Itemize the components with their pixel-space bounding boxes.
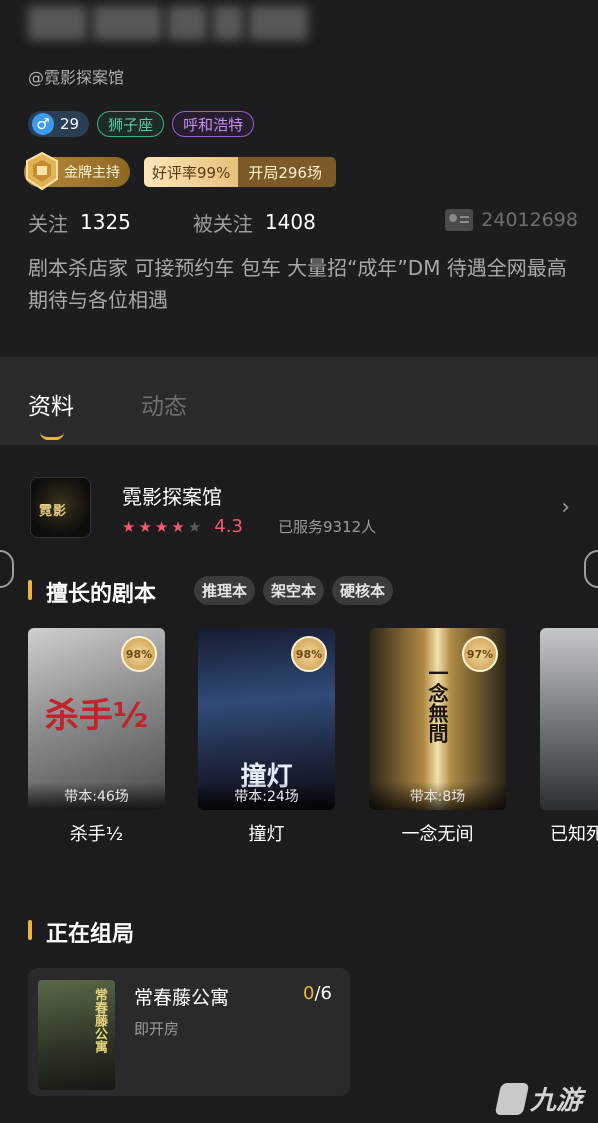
star-icon: ★: [154, 517, 169, 536]
genre-chip[interactable]: 硬核本: [332, 576, 394, 605]
script-name: 一念无间: [401, 824, 474, 845]
followers-stat[interactable]: 被关注 1408: [193, 208, 316, 237]
match-badge: 98%: [121, 636, 157, 672]
group-player-count: 0/6: [303, 983, 332, 1004]
store-logo-text: 霓影: [39, 504, 68, 519]
group-current: 0: [303, 983, 315, 1004]
gold-host-badge[interactable]: 金牌主持: [24, 151, 130, 191]
star-icon: ★: [138, 517, 152, 536]
rating-value: 4.3: [214, 516, 243, 537]
grouping-title: 正在组局: [46, 922, 135, 947]
script-name: 撞灯: [248, 824, 285, 845]
section-marker: [28, 920, 32, 940]
genre-chip[interactable]: 推理本: [194, 576, 256, 605]
profile-tags: ♂ 29 狮子座 呼和浩特: [28, 111, 255, 137]
tab-activity[interactable]: 动态: [141, 387, 187, 421]
poster-title: 一念無間: [425, 663, 449, 743]
group-status: 即开房: [134, 1020, 180, 1038]
script-poster: [540, 628, 598, 810]
age-value: 29: [60, 115, 80, 133]
followers-label: 被关注: [192, 211, 253, 236]
following-label: 关注: [28, 211, 68, 236]
followers-count: 1408: [264, 210, 316, 234]
id-card-icon: [445, 209, 474, 231]
store-card[interactable]: 霓影 霓影探案馆 ★ ★ ★ ★ ★ 4.3 已服务9312人 ›: [0, 445, 598, 555]
genre-chip[interactable]: 架空本: [263, 576, 325, 605]
profile-handle: @霓影探案馆: [28, 68, 125, 87]
store-name: 霓影探案馆: [122, 485, 222, 509]
user-id-value: 24012698: [481, 209, 578, 231]
star-icon: ★: [171, 517, 185, 536]
blurred-username: [28, 6, 308, 44]
gold-badge-label: 金牌主持: [64, 165, 120, 181]
script-poster: 杀手½ 98% 带本:46场: [28, 628, 165, 810]
script-poster: 撞灯 98% 带本:24场: [198, 628, 335, 810]
watermark-logo-icon: [494, 1082, 530, 1115]
age-tag: ♂ 29: [28, 111, 90, 137]
medal-icon: [26, 151, 58, 191]
session-count: 带本:46场: [28, 782, 165, 810]
follow-stats: 关注 1325 被关注 1408 24012698: [28, 207, 578, 237]
script-name: 已知死: [550, 824, 598, 845]
script-name: 杀手½: [69, 824, 124, 845]
watermark: 九游: [494, 1080, 582, 1117]
store-rating: ★ ★ ★ ★ ★ 4.3: [122, 516, 243, 537]
watermark-text: 九游: [529, 1086, 582, 1116]
script-card[interactable]: 撞灯 98% 带本:24场 撞灯: [198, 628, 335, 846]
star-icon: ★: [187, 517, 202, 536]
scroll-right-handle[interactable]: [584, 550, 598, 588]
script-card[interactable]: 一念無間 97% 带本:8场 一念无间: [369, 628, 506, 846]
group-poster-title: 常春藤公寓: [92, 988, 107, 1053]
chevron-right-icon[interactable]: ›: [561, 495, 570, 520]
tab-bar: 资料 动态: [0, 357, 598, 445]
following-count: 1325: [80, 210, 131, 234]
session-count: 带本:24场: [198, 782, 335, 810]
zodiac-tag: 狮子座: [97, 111, 165, 137]
script-list: 杀手½ 98% 带本:46场 杀手½ 撞灯 98% 带本:24场 撞灯 一念無間…: [28, 628, 598, 858]
profile-header: @霓影探案馆 ♂ 29 狮子座 呼和浩特 金牌主持 好评率99% 开局296场 …: [0, 0, 598, 357]
script-card[interactable]: 已知死: [540, 628, 598, 846]
following-stat[interactable]: 关注 1325: [28, 208, 131, 237]
tab-indicator: [40, 432, 64, 440]
group-script-name: 常春藤公寓: [134, 987, 230, 1009]
section-marker: [28, 580, 32, 600]
served-count: 已服务9312人: [278, 518, 377, 536]
good-rating-label: 好评率99%: [144, 157, 239, 187]
host-badges: 金牌主持 好评率99% 开局296场: [24, 151, 336, 191]
city-tag: 呼和浩特: [172, 111, 255, 137]
poster-title: 杀手½: [44, 696, 149, 736]
script-card[interactable]: 杀手½ 98% 带本:46场 杀手½: [28, 628, 165, 846]
user-id[interactable]: 24012698: [445, 209, 578, 231]
script-poster: 一念無間 97% 带本:8场: [369, 628, 506, 810]
session-count: 带本:8场: [369, 782, 506, 810]
profile-bio: 剧本杀店家 可接预约车 包车 大量招“成年”DM 待遇全网最高 期待与各位相遇: [28, 256, 567, 312]
store-logo: 霓影: [30, 477, 91, 538]
stats-badge: 好评率99% 开局296场: [144, 157, 336, 187]
match-badge: 97%: [462, 636, 498, 672]
group-card[interactable]: 常春藤公寓 常春藤公寓 0/6 即开房: [28, 968, 350, 1096]
genre-chips: 推理本 架空本 硬核本: [194, 576, 394, 605]
male-icon: ♂: [32, 113, 54, 135]
star-icon: ★: [122, 517, 136, 536]
group-poster: 常春藤公寓: [38, 980, 115, 1090]
tab-profile[interactable]: 资料: [28, 387, 74, 421]
skills-title: 擅长的剧本: [46, 582, 157, 607]
scroll-left-handle[interactable]: [0, 550, 14, 588]
sessions-label: 开局296场: [238, 157, 336, 187]
group-total: /6: [314, 983, 332, 1004]
match-badge: 98%: [291, 636, 327, 672]
